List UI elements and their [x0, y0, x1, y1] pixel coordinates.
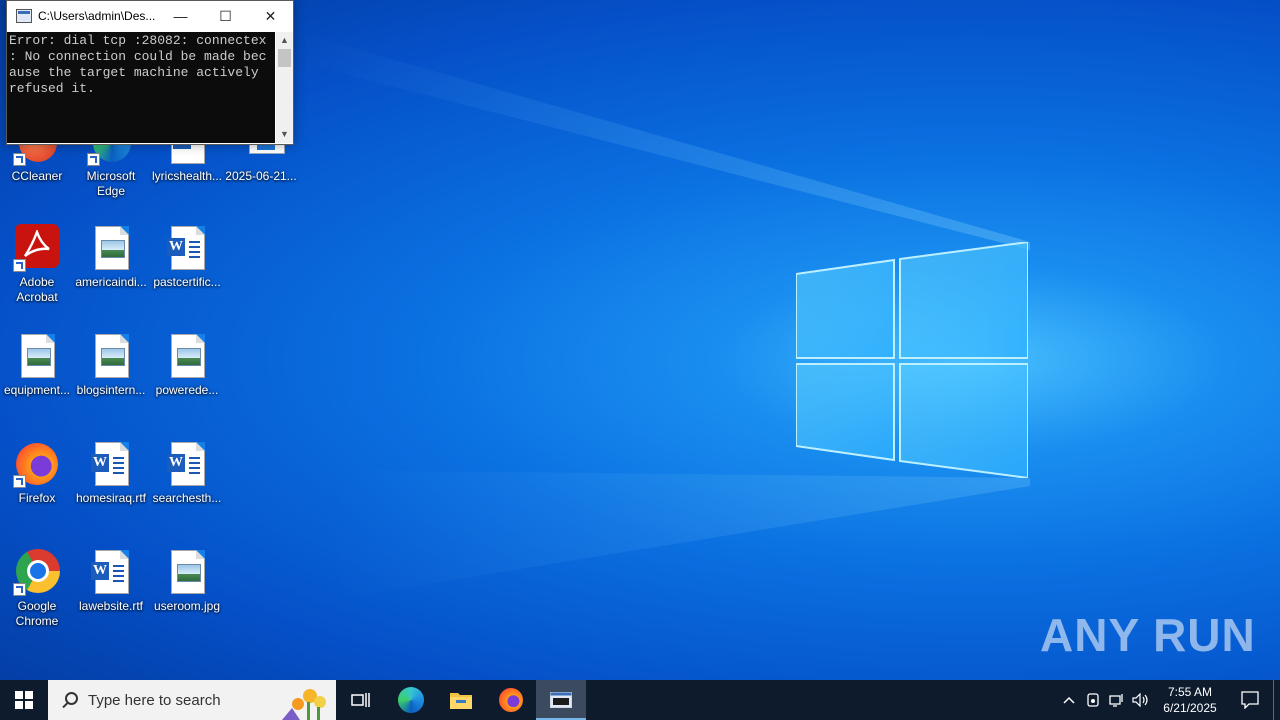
shortcut-arrow-icon — [13, 153, 26, 166]
search-icon — [62, 692, 78, 708]
taskbar-console[interactable] — [536, 680, 586, 720]
shortcut-arrow-icon — [87, 153, 100, 166]
windows-start-icon — [15, 691, 33, 709]
taskbar-file-explorer[interactable] — [436, 680, 486, 720]
volume-icon[interactable] — [1129, 680, 1153, 720]
network-icon[interactable] — [1105, 680, 1129, 720]
desktop-icon-acrobat[interactable]: Adobe Acrobat — [0, 224, 74, 305]
edge-icon — [398, 687, 424, 713]
word-document-icon: W — [87, 548, 135, 596]
show-hidden-icons-chevron-icon[interactable] — [1057, 680, 1081, 720]
show-desktop-button[interactable] — [1273, 680, 1280, 720]
shortcut-arrow-icon — [13, 475, 26, 488]
desktop-icon-powerede[interactable]: powerede... — [150, 332, 224, 398]
taskbar-clock[interactable]: 7:55 AM 6/21/2025 — [1153, 684, 1227, 716]
desktop-icon-useroom[interactable]: useroom.jpg — [150, 548, 224, 614]
task-view-icon — [351, 693, 370, 707]
notification-icon — [1241, 691, 1259, 709]
desktop-icon-equipment[interactable]: equipment... — [0, 332, 74, 398]
console-app-icon — [16, 9, 32, 23]
desktop-icon-label: Microsoft Edge — [86, 169, 136, 198]
device-icon[interactable] — [1081, 680, 1105, 720]
chrome-icon — [13, 548, 61, 596]
clock-date: 6/21/2025 — [1163, 701, 1217, 715]
desktop-icon-label: searchesth... — [152, 491, 222, 505]
desktop-icon-label: useroom.jpg — [153, 599, 221, 613]
scroll-thumb[interactable] — [278, 49, 291, 67]
start-button[interactable] — [0, 680, 48, 720]
console-window[interactable]: C:\Users\admin\Des... — ☐ ✕ Error: dial … — [6, 0, 294, 145]
folder-icon — [450, 693, 472, 709]
desktop-icon-searchesth[interactable]: W searchesth... — [150, 440, 224, 506]
desktop-icon-chrome[interactable]: Google Chrome — [0, 548, 74, 629]
adobe-acrobat-icon — [13, 224, 61, 272]
taskbar-edge[interactable] — [386, 680, 436, 720]
desktop-icon-label: lawebsite.rtf — [78, 599, 144, 613]
word-document-icon: W — [87, 440, 135, 488]
desktop-icon-label: homesiraq.rtf — [75, 491, 147, 505]
desktop-icon-americaindi[interactable]: americaindi... — [74, 224, 148, 290]
image-file-icon — [163, 332, 211, 380]
search-placeholder: Type here to search — [88, 691, 221, 709]
word-document-icon: W — [163, 440, 211, 488]
word-document-icon: W — [163, 224, 211, 272]
desktop-icon-label: equipment... — [3, 383, 71, 397]
firefox-icon — [499, 688, 523, 712]
firefox-icon — [13, 440, 61, 488]
clock-time: 7:55 AM — [1167, 685, 1213, 699]
desktop-icon-label: 2025-06-21... — [225, 169, 297, 183]
image-file-icon — [163, 548, 211, 596]
desktop-icon-label: Adobe Acrobat — [16, 275, 58, 304]
console-titlebar[interactable]: C:\Users\admin\Des... — ☐ ✕ — [7, 1, 293, 31]
action-center-button[interactable] — [1227, 680, 1273, 720]
maximize-button[interactable]: ☐ — [203, 1, 248, 31]
scroll-down-icon[interactable]: ▼ — [276, 126, 293, 143]
image-file-icon — [87, 332, 135, 380]
desktop-icon-label: Firefox — [18, 491, 56, 505]
desktop-icon-pastcertific[interactable]: W pastcertific... — [150, 224, 224, 290]
image-file-icon — [87, 224, 135, 272]
desktop-icon-label: powerede... — [155, 383, 219, 397]
system-tray: 7:55 AM 6/21/2025 — [1057, 680, 1280, 720]
windows-logo-wallpaper — [796, 242, 1028, 478]
console-scrollbar[interactable]: ▲ ▼ — [276, 32, 293, 143]
taskbar-firefox[interactable] — [486, 680, 536, 720]
desktop-icon-blogsintern[interactable]: blogsintern... — [74, 332, 148, 398]
close-button[interactable]: ✕ — [248, 1, 293, 31]
taskbar-search-box[interactable]: Type here to search — [48, 680, 336, 720]
shortcut-arrow-icon — [13, 583, 26, 596]
console-app-icon — [550, 692, 572, 708]
shortcut-arrow-icon — [13, 259, 26, 272]
taskbar: Type here to search 7:55 AM 6/21/2025 — [0, 680, 1280, 720]
task-view-button[interactable] — [336, 680, 386, 720]
desktop-icon-label: blogsintern... — [76, 383, 146, 397]
console-title: C:\Users\admin\Des... — [38, 9, 156, 23]
desktop-icon-lawebsite[interactable]: W lawebsite.rtf — [74, 548, 148, 614]
console-output[interactable]: Error: dial tcp :28082: connectex : No c… — [7, 32, 275, 143]
desktop-icon-label: pastcertific... — [153, 275, 221, 289]
desktop-icon-label: lyricshealth... — [151, 169, 223, 183]
desktop-icon-label: CCleaner — [11, 169, 63, 183]
desktop-icon-firefox[interactable]: Firefox — [0, 440, 74, 506]
anyrun-watermark: ANY RUN — [1040, 609, 1256, 661]
image-file-icon — [13, 332, 61, 380]
desktop-icon-label: americaindi... — [75, 275, 147, 289]
desktop-icon-homesiraq[interactable]: W homesiraq.rtf — [74, 440, 148, 506]
scroll-up-icon[interactable]: ▲ — [276, 32, 293, 49]
search-highlight-flowers-icon — [282, 689, 326, 720]
desktop-icon-label: Google Chrome — [15, 599, 59, 628]
minimize-button[interactable]: — — [158, 1, 203, 31]
